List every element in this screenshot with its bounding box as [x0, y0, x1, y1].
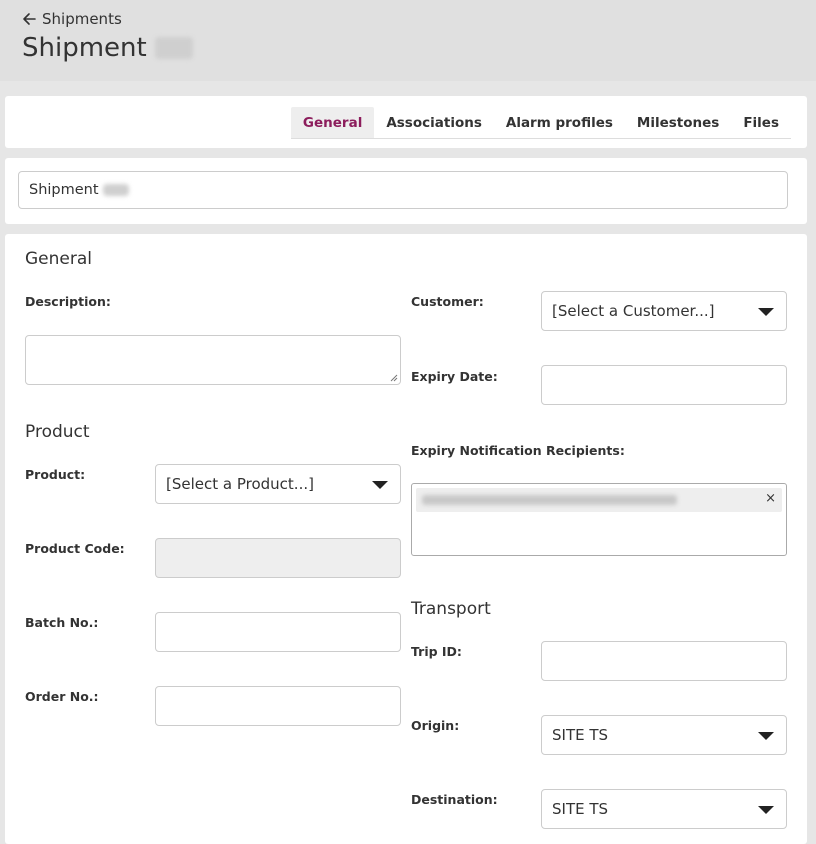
- destination-select-value: SITE TS: [552, 800, 609, 818]
- batch-no-input[interactable]: [155, 612, 401, 652]
- trip-id-input[interactable]: [541, 641, 787, 681]
- name-card: Shipment: [5, 158, 807, 224]
- customer-label: Customer:: [411, 294, 484, 309]
- origin-label: Origin:: [411, 718, 460, 733]
- shipment-name-input[interactable]: Shipment: [18, 171, 788, 209]
- product-code-input: [155, 538, 401, 578]
- destination-select[interactable]: SITE TS: [541, 789, 787, 829]
- trip-id-label: Trip ID:: [411, 644, 462, 659]
- redacted-id: [154, 37, 193, 59]
- caret-down-icon: [758, 806, 774, 814]
- back-link[interactable]: Shipments: [22, 10, 122, 28]
- description-label: Description:: [25, 294, 111, 309]
- page-title: Shipment: [22, 33, 193, 63]
- tab-associations[interactable]: Associations: [374, 107, 494, 138]
- recipient-chip: ×: [416, 488, 782, 512]
- shipment-name-value: Shipment: [29, 182, 99, 198]
- customer-select[interactable]: [Select a Customer...]: [541, 291, 787, 331]
- tab-general[interactable]: General: [290, 107, 375, 138]
- product-label: Product:: [25, 467, 86, 482]
- tab-files[interactable]: Files: [731, 107, 791, 138]
- form-card: General Description: Customer: [Select a…: [5, 234, 807, 844]
- origin-select[interactable]: SITE TS: [541, 715, 787, 755]
- redacted-email: [422, 495, 677, 505]
- expiry-date-input[interactable]: [541, 365, 787, 405]
- back-link-label: Shipments: [42, 10, 122, 28]
- order-no-input[interactable]: [155, 686, 401, 726]
- caret-down-icon: [372, 481, 388, 489]
- section-title-general: General: [25, 249, 92, 269]
- origin-select-value: SITE TS: [552, 726, 609, 744]
- batch-no-label: Batch No.:: [25, 615, 99, 630]
- expiry-date-label: Expiry Date:: [411, 369, 498, 384]
- section-title-product: Product: [25, 422, 90, 442]
- close-icon[interactable]: ×: [765, 491, 776, 506]
- tab-milestones[interactable]: Milestones: [625, 107, 731, 138]
- order-no-label: Order No.:: [25, 689, 99, 704]
- arrow-left-icon: [23, 13, 36, 25]
- page-header: Shipments Shipment: [0, 0, 816, 81]
- redacted-id: [102, 184, 129, 196]
- section-title-transport: Transport: [411, 599, 491, 619]
- tab-bar: General Associations Alarm profiles Mile…: [290, 107, 791, 139]
- product-select[interactable]: [Select a Product...]: [155, 464, 401, 504]
- product-select-value: [Select a Product...]: [166, 475, 314, 493]
- expiry-recipients-input[interactable]: ×: [411, 483, 787, 556]
- tab-alarm-profiles[interactable]: Alarm profiles: [494, 107, 625, 138]
- product-code-label: Product Code:: [25, 541, 125, 556]
- caret-down-icon: [758, 732, 774, 740]
- customer-select-value: [Select a Customer...]: [552, 302, 715, 320]
- caret-down-icon: [758, 308, 774, 316]
- expiry-recipients-label: Expiry Notification Recipients:: [411, 443, 625, 458]
- page-title-text: Shipment: [22, 33, 147, 63]
- destination-label: Destination:: [411, 792, 498, 807]
- description-textarea[interactable]: [25, 335, 401, 385]
- tabs-card: General Associations Alarm profiles Mile…: [5, 96, 807, 148]
- resize-handle-icon[interactable]: [390, 374, 398, 382]
